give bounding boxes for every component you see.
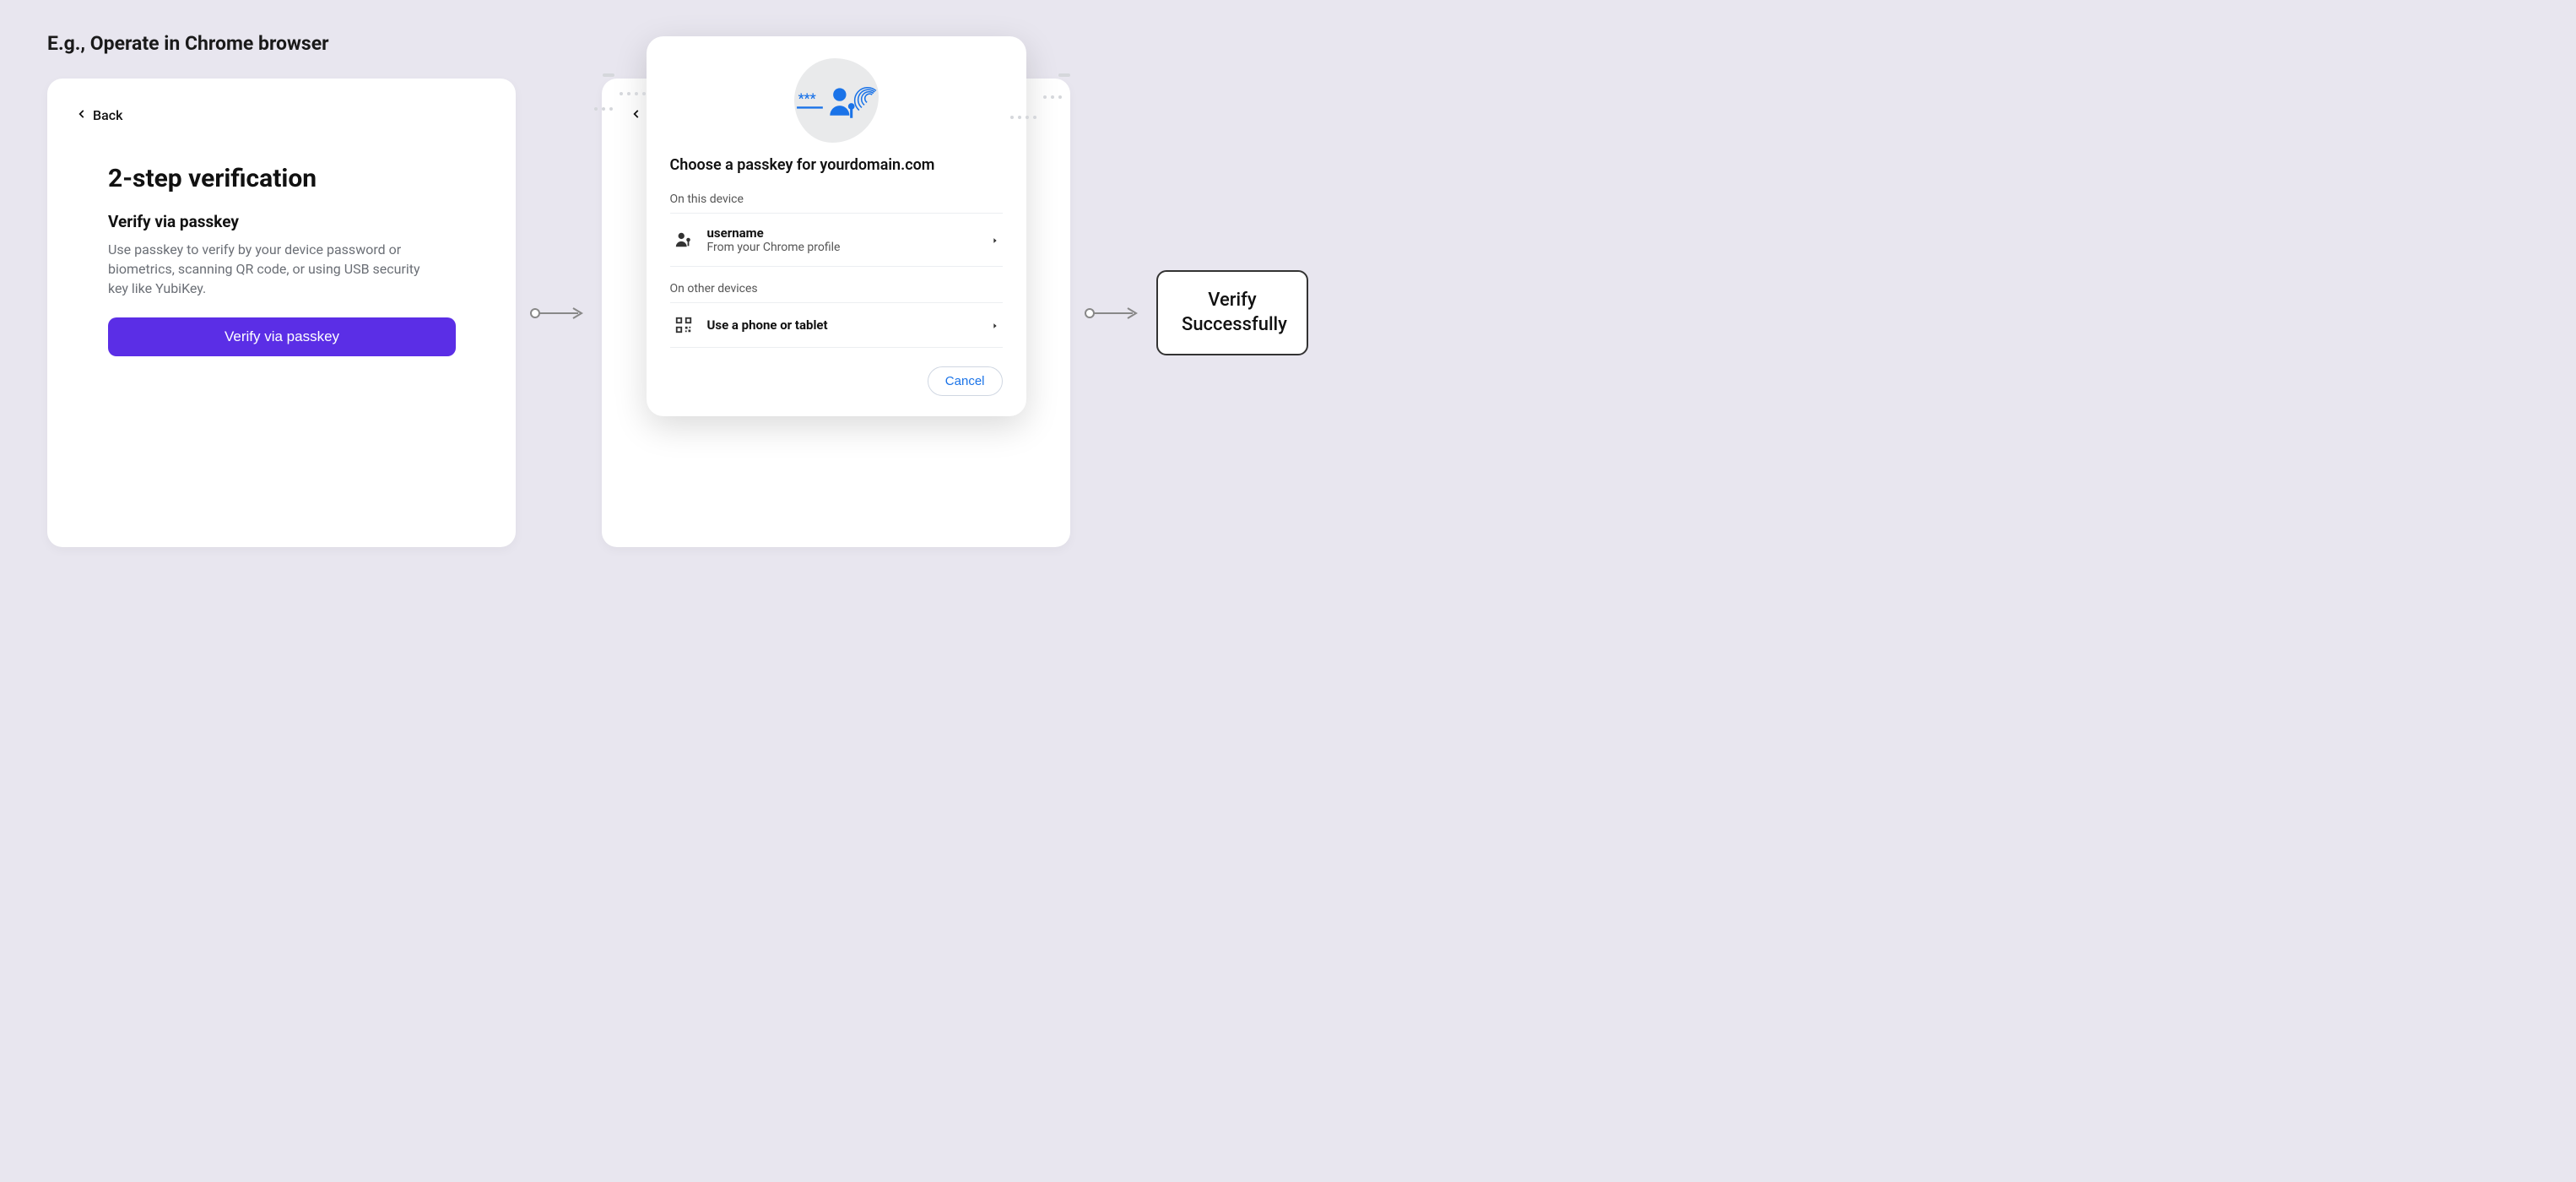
- back-label: Back: [93, 107, 122, 123]
- step2-wrap: Back ***: [602, 79, 1070, 547]
- arrow-2: [1080, 305, 1146, 322]
- chevron-left-icon: [76, 107, 88, 123]
- section-other-devices: On other devices: [670, 282, 1003, 296]
- chevron-left-icon: [630, 107, 642, 123]
- passkey-icon: ***: [794, 71, 879, 130]
- page-title: E.g., Operate in Chrome browser: [47, 32, 2529, 55]
- step1-description: Use passkey to verify by your device pas…: [108, 240, 429, 299]
- passkey-option-username[interactable]: username From your Chrome profile: [670, 214, 1003, 267]
- step1-subheading: Verify via passkey: [108, 212, 455, 231]
- result-box: Verify Successfully: [1156, 270, 1308, 355]
- svg-text:***: ***: [798, 90, 815, 106]
- passkey-dialog: ***: [647, 36, 1026, 416]
- step1-heading: 2-step verification: [108, 164, 455, 193]
- arrow-right-icon: [529, 305, 588, 322]
- dialog-title: Choose a passkey for yourdomain.com: [670, 156, 1003, 174]
- passkey-illustration: ***: [670, 58, 1003, 143]
- cancel-button[interactable]: Cancel: [928, 366, 1003, 396]
- option-username-sub: From your Chrome profile: [707, 241, 977, 254]
- dialog-title-prefix: Choose a passkey for: [670, 156, 820, 174]
- option-username-title: username: [707, 225, 977, 241]
- section-this-device: On this device: [670, 192, 1003, 206]
- person-key-icon: [674, 230, 694, 250]
- flow-row: Back 2-step verification Verify via pass…: [47, 79, 2529, 547]
- arrow-right-icon: [1084, 305, 1143, 322]
- step1-card: Back 2-step verification Verify via pass…: [47, 79, 516, 547]
- back-button[interactable]: Back: [76, 107, 122, 123]
- verify-passkey-button[interactable]: Verify via passkey: [108, 317, 456, 356]
- option-phone-title: Use a phone or tablet: [707, 317, 977, 333]
- qr-icon: [674, 315, 694, 335]
- dialog-domain: yourdomain.com: [820, 156, 934, 174]
- arrow-1: [526, 305, 592, 322]
- result-line2: Successfully: [1182, 313, 1283, 338]
- chevron-right-icon: [991, 232, 999, 248]
- result-line1: Verify: [1182, 289, 1283, 313]
- passkey-option-phone[interactable]: Use a phone or tablet: [670, 303, 1003, 348]
- chevron-right-icon: [991, 317, 999, 333]
